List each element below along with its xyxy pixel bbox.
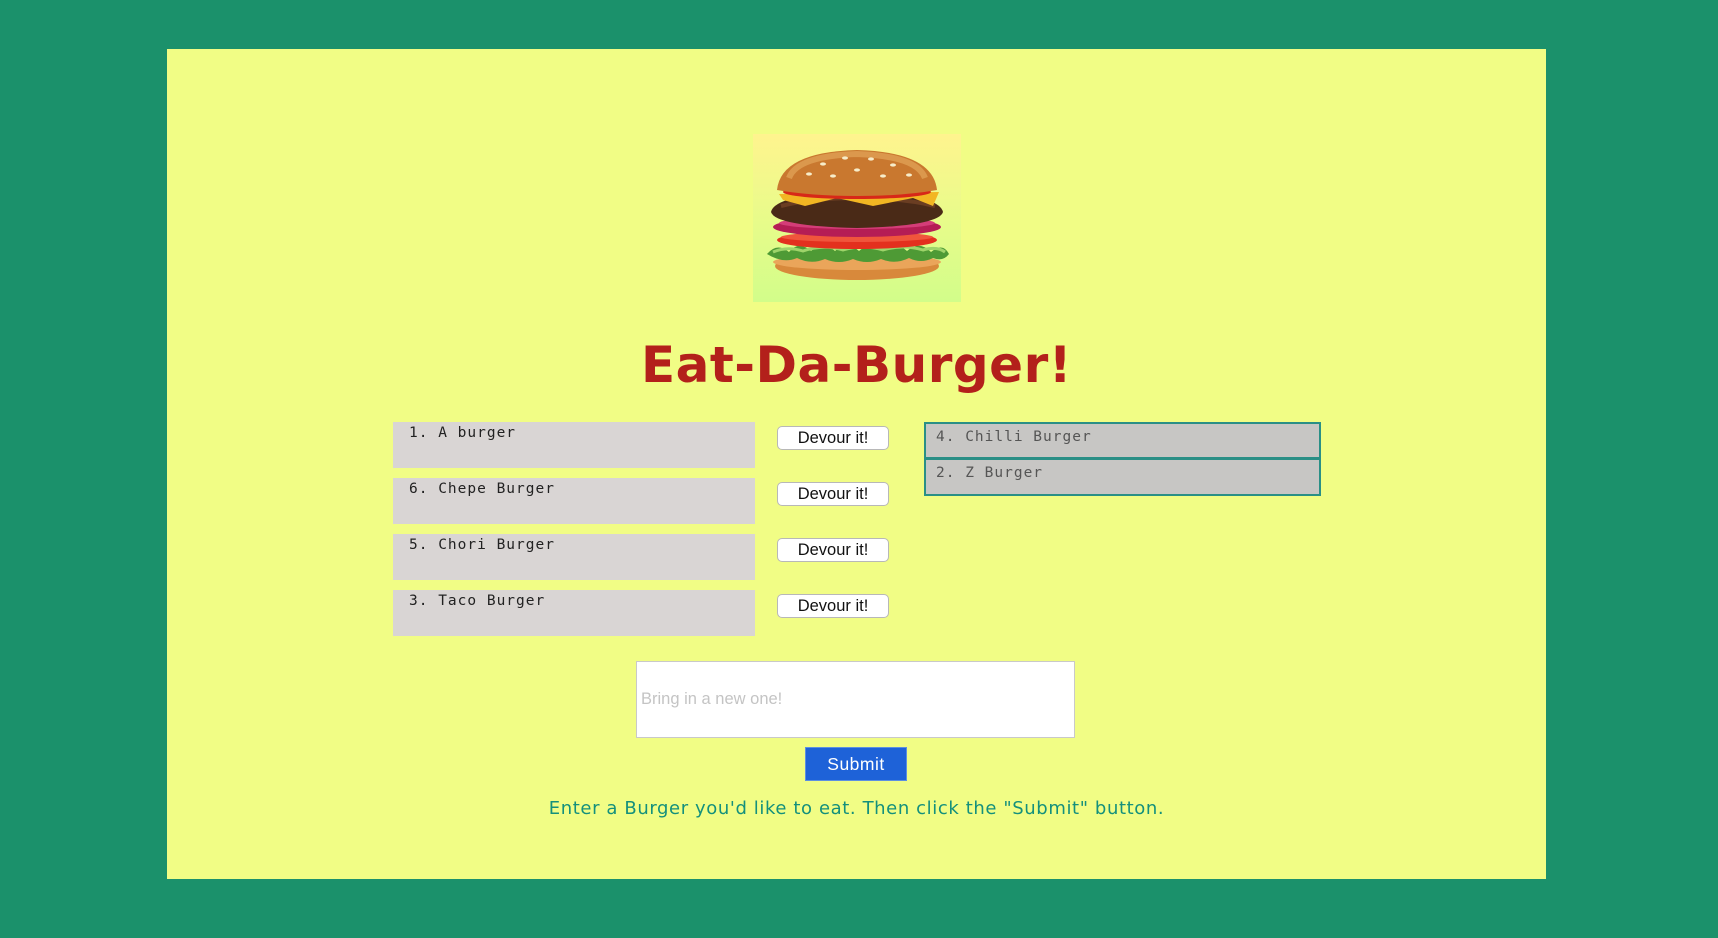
burger-name: 3. Taco Burger [393, 590, 755, 636]
submit-button[interactable]: Submit [805, 747, 907, 781]
devour-button[interactable]: Devour it! [777, 482, 889, 506]
devour-button[interactable]: Devour it! [777, 538, 889, 562]
devoured-item: 4. Chilli Burger [924, 422, 1321, 459]
help-text: Enter a Burger you'd like to eat. Then c… [548, 798, 1165, 819]
main-panel: Eat-Da-Burger! 1. A burger Devour it! 6. C… [167, 49, 1546, 879]
burger-name: 6. Chepe Burger [393, 478, 755, 524]
burger-image [753, 134, 961, 302]
devour-button[interactable]: Devour it! [777, 594, 889, 618]
page-title: Eat-Da-Burger! [640, 336, 1073, 394]
burger-name: 5. Chori Burger [393, 534, 755, 580]
devoured-item: 2. Z Burger [924, 459, 1321, 496]
new-burger-input[interactable] [636, 661, 1075, 738]
devoured-burger-list: 4. Chilli Burger 2. Z Burger [924, 422, 1321, 496]
devour-button[interactable]: Devour it! [777, 426, 889, 450]
burger-name: 1. A burger [393, 422, 755, 468]
